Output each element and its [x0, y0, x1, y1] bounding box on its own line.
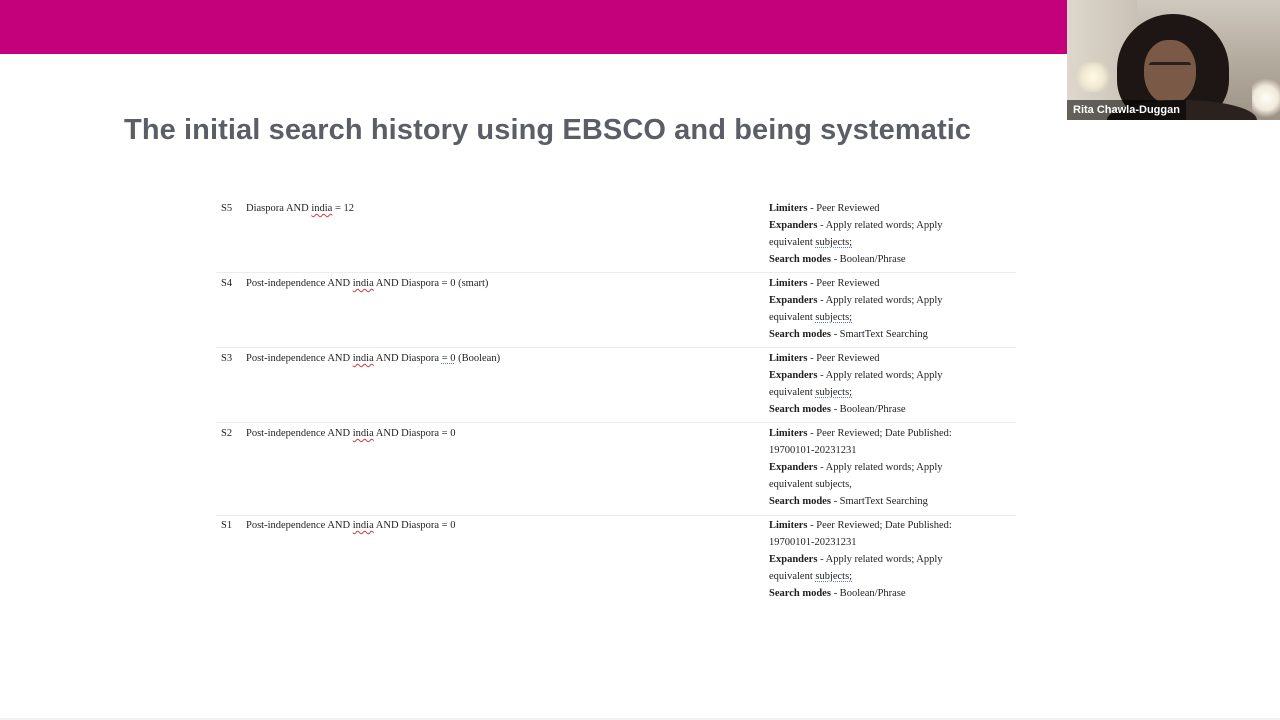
participant-video-tile[interactable]: Rita Chawla-Duggan [1067, 0, 1280, 120]
expanders-line: Expanders - Apply related words; Apply e… [769, 295, 943, 323]
video-lamp [1252, 78, 1280, 118]
limiters-line: Limiters - Peer Reviewed; Date Published… [769, 520, 952, 548]
search-history-row: S4 Post-independence AND india AND Diasp… [216, 275, 1016, 348]
video-light-spot [1075, 62, 1111, 92]
search-id: S2 [221, 428, 233, 439]
search-query: Post-independence AND india AND Diaspora… [246, 520, 456, 531]
search-id: S3 [221, 353, 233, 364]
search-modes-line: Search modes - Boolean/Phrase [769, 588, 906, 599]
row-divider [216, 272, 1016, 273]
participant-glasses [1149, 62, 1191, 75]
slide-accent-bar [0, 0, 1067, 54]
search-modes-line: Search modes - SmartText Searching [769, 496, 928, 507]
search-id: S1 [221, 520, 233, 531]
search-query: Post-independence AND india AND Diaspora… [246, 278, 489, 289]
limiters-line: Limiters - Peer Reviewed; Date Published… [769, 428, 952, 456]
expanders-line: Expanders - Apply related words; Apply e… [769, 370, 943, 398]
search-history-row: S5 Diaspora AND india = 12 Limiters - Pe… [216, 200, 1016, 273]
search-options: Limiters - Peer Reviewed Expanders - App… [769, 275, 984, 343]
search-options: Limiters - Peer Reviewed Expanders - App… [769, 200, 984, 268]
expanders-line: Expanders - Apply related words; Apply e… [769, 462, 943, 490]
search-options: Limiters - Peer Reviewed; Date Published… [769, 517, 984, 602]
slide-title: The initial search history using EBSCO a… [124, 114, 972, 146]
limiters-line: Limiters - Peer Reviewed [769, 353, 880, 364]
expanders-line: Expanders - Apply related words; Apply e… [769, 554, 943, 582]
limiters-line: Limiters - Peer Reviewed [769, 203, 880, 214]
search-id: S4 [221, 278, 233, 289]
search-query: Post-independence AND india AND Diaspora… [246, 353, 501, 364]
row-divider [216, 422, 1016, 423]
search-options: Limiters - Peer Reviewed; Date Published… [769, 425, 984, 510]
search-history-row: S3 Post-independence AND india AND Diasp… [216, 350, 1016, 423]
expanders-line: Expanders - Apply related words; Apply e… [769, 220, 943, 248]
search-modes-line: Search modes - Boolean/Phrase [769, 404, 906, 415]
search-modes-line: Search modes - Boolean/Phrase [769, 254, 906, 265]
search-id: S5 [221, 203, 233, 214]
row-divider [216, 515, 1016, 516]
limiters-line: Limiters - Peer Reviewed [769, 278, 880, 289]
search-query: Post-independence AND india AND Diaspora… [246, 428, 456, 439]
search-history-row: S2 Post-independence AND india AND Diasp… [216, 425, 1016, 516]
search-options: Limiters - Peer Reviewed Expanders - App… [769, 350, 984, 418]
search-history-row: S1 Post-independence AND india AND Diasp… [216, 517, 1016, 608]
search-query: Diaspora AND india = 12 [246, 203, 354, 214]
row-divider [216, 347, 1016, 348]
participant-name-label: Rita Chawla-Duggan [1067, 100, 1186, 120]
search-modes-line: Search modes - SmartText Searching [769, 329, 928, 340]
